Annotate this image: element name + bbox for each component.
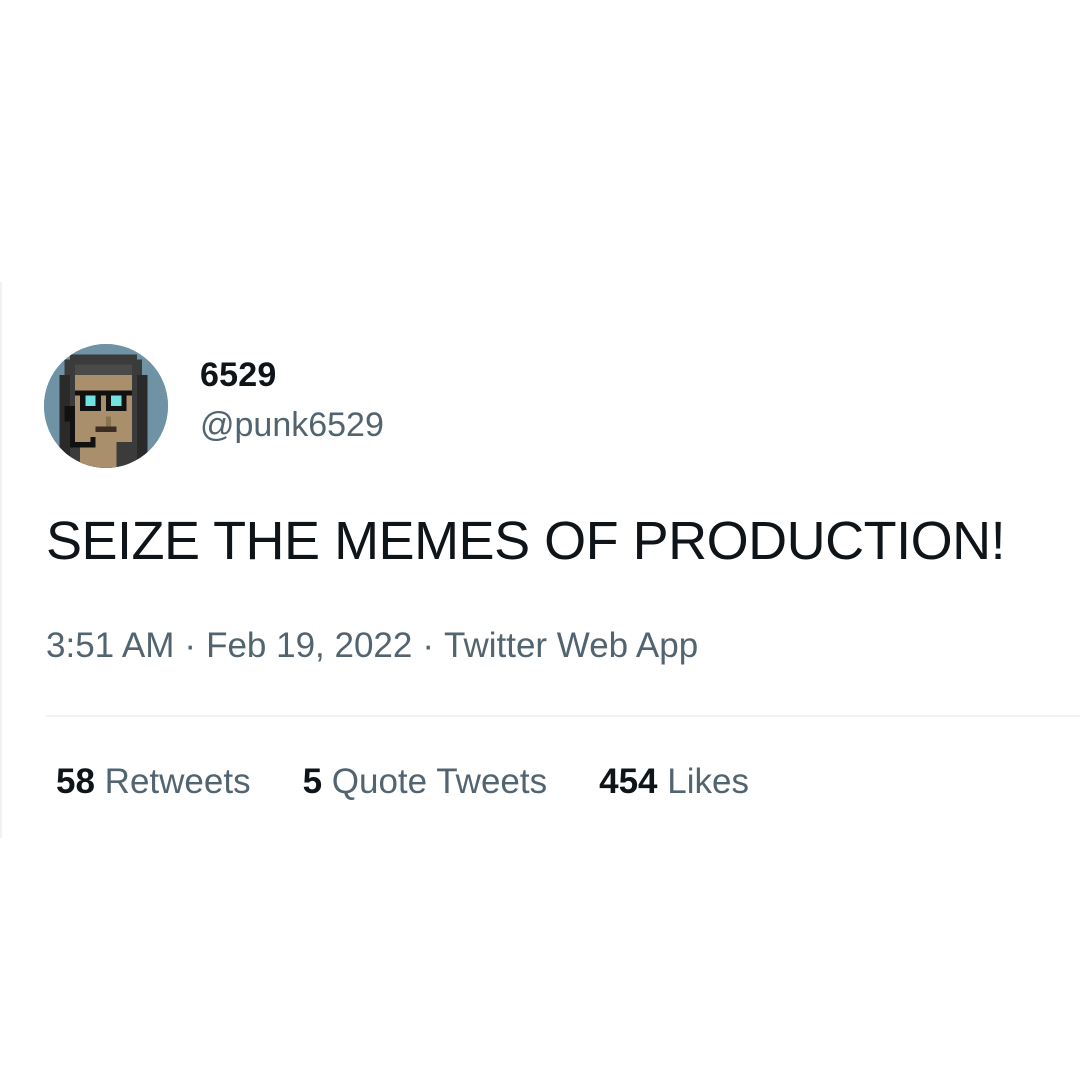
meta-separator: · [184, 626, 197, 665]
divider [46, 715, 1080, 717]
meta-separator: · [422, 626, 435, 665]
quote-tweets-count: 5 [302, 762, 323, 801]
tweet-text: SEIZE THE MEMES OF PRODUCTION! [46, 511, 1006, 571]
tweet-meta: 3:51 AM · Feb 19, 2022 · Twitter Web App [46, 626, 698, 666]
tweet-source-link[interactable]: Twitter Web App [444, 626, 698, 665]
retweets-label: Retweets [104, 762, 251, 801]
retweets-stat[interactable]: 58 Retweets [56, 762, 251, 802]
cryptopunk-avatar-icon [44, 344, 168, 468]
quote-tweets-label: Quote Tweets [331, 762, 548, 801]
avatar[interactable] [44, 344, 168, 468]
likes-label: Likes [667, 762, 749, 801]
likes-count: 454 [599, 762, 658, 801]
retweets-count: 58 [56, 762, 95, 801]
tweet-card[interactable]: 6529 @punk6529 SEIZE THE MEMES OF PRODUC… [0, 282, 1080, 838]
quote-tweets-stat[interactable]: 5 Quote Tweets [303, 762, 548, 802]
user-handle[interactable]: @punk6529 [200, 406, 384, 445]
tweet-time[interactable]: 3:51 AM [46, 626, 174, 665]
tweet-date[interactable]: Feb 19, 2022 [206, 626, 412, 665]
engagement-stats: 58 Retweets 5 Quote Tweets 454 Likes [56, 762, 801, 802]
display-name[interactable]: 6529 [200, 356, 276, 395]
likes-stat[interactable]: 454 Likes [599, 762, 749, 802]
